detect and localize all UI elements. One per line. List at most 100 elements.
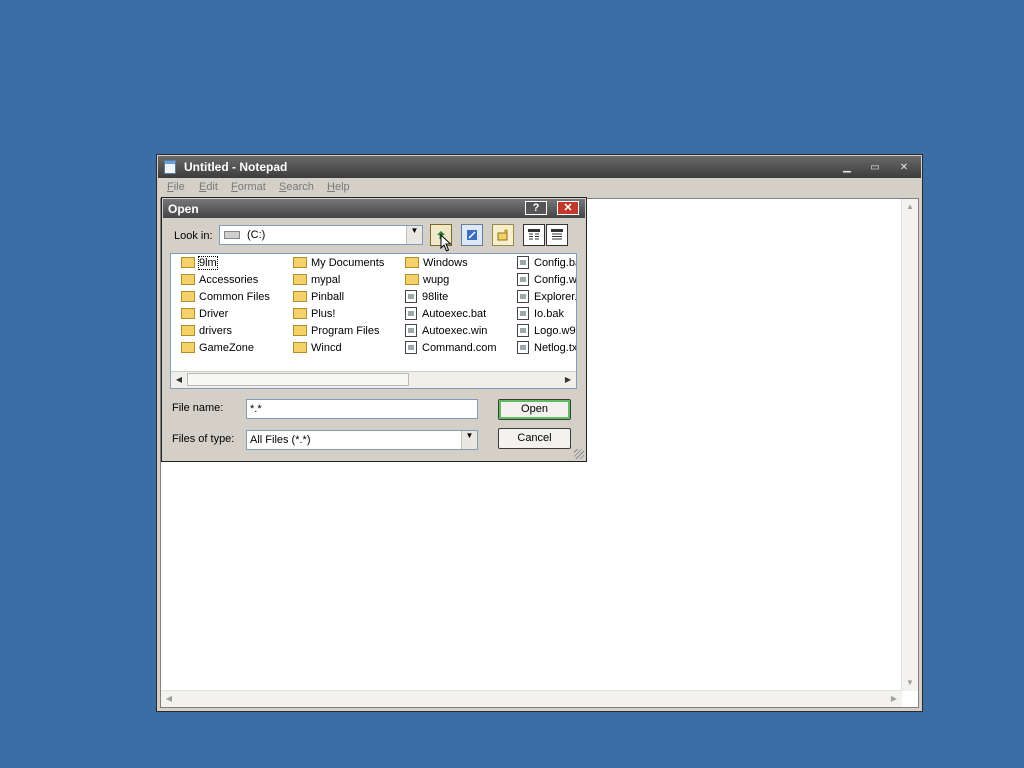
folder-item[interactable]: Common Files (181, 289, 270, 306)
file-item[interactable]: Command.com (405, 340, 497, 357)
file-item[interactable]: Config.win (517, 272, 577, 289)
menu-edit[interactable]: Edit (199, 181, 218, 193)
folder-icon (181, 307, 195, 319)
folder-item[interactable]: GameZone (181, 340, 254, 357)
open-dialog: Open ? ✕ Look in: (C:) ▼ ◀ ▶ 9lm Accessor… (161, 197, 587, 462)
menu-help[interactable]: Help (327, 181, 350, 193)
file-list-scrollbar[interactable]: ◀ ▶ (171, 371, 576, 388)
file-item[interactable]: Netlog.txt (517, 340, 576, 357)
chevron-down-icon[interactable]: ▼ (406, 226, 422, 244)
menu-format[interactable]: Format (231, 181, 266, 193)
file-icon (405, 289, 417, 303)
folder-item[interactable]: My Documents (293, 255, 384, 272)
item-label: Common Files (199, 291, 270, 303)
drive-icon (224, 231, 240, 239)
details-view-icon (551, 229, 563, 240)
file-name-input[interactable]: *.* (246, 399, 478, 419)
file-icon (517, 289, 529, 303)
folder-icon (181, 290, 195, 302)
item-label: Command.com (422, 342, 497, 354)
item-label: Config.bak (534, 257, 576, 269)
scroll-thumb[interactable] (187, 373, 409, 386)
desktop-button[interactable] (461, 224, 483, 246)
cancel-button[interactable]: Cancel (498, 428, 571, 449)
item-label: Plus! (311, 308, 336, 320)
scroll-down-icon[interactable]: ▼ (902, 675, 918, 691)
vertical-scrollbar[interactable]: ▲ ▼ (901, 199, 918, 691)
scroll-left-icon[interactable]: ◀ (161, 691, 177, 707)
files-of-type-dropdown[interactable]: All Files (*.*) ▼ (246, 430, 478, 450)
item-label: Driver (199, 308, 229, 320)
file-item[interactable]: Io.bak (517, 306, 564, 323)
scroll-left-icon[interactable]: ◀ (171, 372, 187, 388)
scroll-right-icon[interactable]: ▶ (560, 372, 576, 388)
mouse-pointer-icon (440, 234, 452, 252)
folder-icon (405, 273, 419, 285)
dialog-close-button[interactable]: ✕ (557, 201, 579, 215)
file-icon (405, 323, 417, 337)
scroll-up-icon[interactable]: ▲ (902, 199, 918, 215)
folder-item[interactable]: mypal (293, 272, 340, 289)
item-label: drivers (199, 325, 233, 337)
item-label: Accessories (199, 274, 259, 286)
item-label: Program Files (311, 325, 380, 337)
folder-icon (405, 256, 419, 268)
file-item[interactable]: Logo.w98 (517, 323, 577, 340)
folder-item[interactable]: Pinball (293, 289, 344, 306)
new-folder-button[interactable] (492, 224, 514, 246)
open-button[interactable]: Open (498, 399, 571, 420)
menu-search[interactable]: Search (279, 181, 314, 193)
file-list[interactable]: ◀ ▶ 9lm Accessories Common Files Driver driv… (170, 253, 577, 389)
folder-item[interactable]: Plus! (293, 306, 335, 323)
file-icon (517, 306, 529, 320)
item-label: wupg (423, 274, 450, 286)
desktop-icon (467, 230, 477, 240)
folder-item[interactable]: Driver (181, 306, 228, 323)
file-item[interactable]: 98lite (405, 289, 448, 306)
files-of-type-value: All Files (*.*) (250, 434, 311, 446)
item-label: Autoexec.bat (422, 308, 487, 320)
file-icon (517, 340, 529, 354)
file-item[interactable]: Explorer.ex (517, 289, 576, 306)
folder-item[interactable]: Windows (405, 255, 468, 272)
dialog-title-bar[interactable]: Open ? ✕ (163, 199, 585, 218)
look-in-dropdown[interactable]: (C:) ▼ (219, 225, 423, 245)
file-item[interactable]: Config.bak (517, 255, 576, 272)
item-label: 98lite (422, 291, 449, 303)
file-name-label: File name: (172, 402, 224, 414)
folder-icon (293, 324, 307, 336)
close-icon[interactable]: ✕ (895, 162, 913, 174)
item-label: Autoexec.win (422, 325, 488, 337)
menu-file[interactable]: File (167, 181, 185, 193)
item-label: mypal (311, 274, 341, 286)
window-title: Untitled - Notepad (184, 160, 288, 174)
look-in-label: Look in: (174, 230, 213, 242)
folder-item[interactable]: drivers (181, 323, 232, 340)
file-icon (405, 340, 417, 354)
scroll-right-icon[interactable]: ▶ (886, 691, 902, 707)
file-item[interactable]: Autoexec.bat (405, 306, 486, 323)
item-label: Io.bak (534, 308, 564, 320)
look-in-value: (C:) (247, 229, 266, 241)
details-view-button[interactable] (546, 224, 568, 246)
chevron-down-icon[interactable]: ▼ (461, 431, 477, 449)
list-view-button[interactable] (523, 224, 545, 246)
list-view-icon (528, 229, 540, 240)
folder-icon (293, 256, 307, 268)
maximize-icon[interactable]: ▭ (866, 162, 884, 174)
folder-item[interactable]: Wincd (293, 340, 342, 357)
horizontal-scrollbar[interactable]: ◀ ▶ (161, 690, 902, 707)
folder-item[interactable]: 9lm (181, 255, 218, 272)
item-label: Logo.w98 (534, 325, 577, 337)
notepad-title-bar[interactable]: Untitled - Notepad ▁ ▭ ✕ (158, 156, 921, 178)
folder-item[interactable]: Accessories (181, 272, 258, 289)
folder-item[interactable]: Program Files (293, 323, 379, 340)
resize-grip-icon[interactable] (574, 449, 584, 459)
help-button[interactable]: ? (525, 201, 547, 215)
file-item[interactable]: Autoexec.win (405, 323, 487, 340)
folder-item[interactable]: wupg (405, 272, 449, 289)
folder-icon (293, 290, 307, 302)
item-label: Config.win (534, 274, 577, 286)
item-label: Windows (423, 257, 468, 269)
minimize-icon[interactable]: ▁ (838, 162, 856, 174)
